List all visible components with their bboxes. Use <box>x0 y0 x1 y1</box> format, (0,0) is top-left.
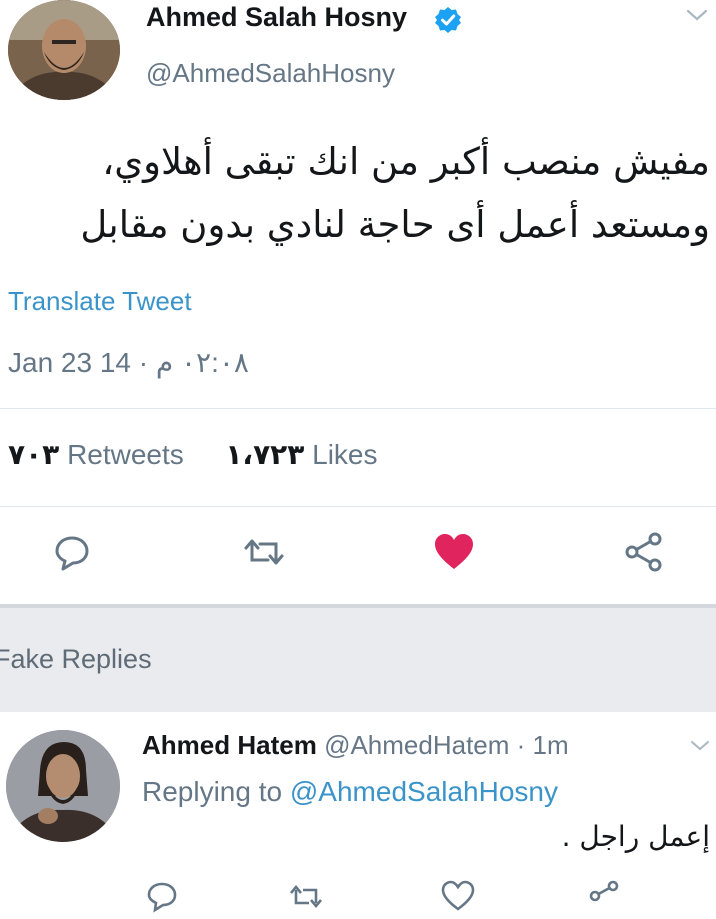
tweet-text-line: مفيش منصب أكبر من انك تبقى أهلاوي، <box>102 140 710 183</box>
translate-tweet-link[interactable]: Translate Tweet <box>8 286 192 317</box>
replies-section-title: Fake Replies <box>0 644 152 674</box>
likes-label[interactable]: Likes <box>312 439 377 470</box>
retweet-icon[interactable] <box>288 878 324 914</box>
replying-to-prefix: Replying to <box>142 776 283 807</box>
reply-icon[interactable] <box>50 530 94 574</box>
author-name[interactable]: Ahmed Salah Hosny <box>146 2 407 33</box>
tweet-text: مفيش منصب أكبر من انك تبقى أهلاوي، ومستع… <box>30 130 710 256</box>
reply-author-name[interactable]: Ahmed Hatem <box>142 730 317 760</box>
tweet-text-line: ومستعد أعمل أى حاجة لنادي بدون مقابل <box>80 203 710 246</box>
divider <box>0 408 716 409</box>
share-icon[interactable] <box>586 878 622 914</box>
reply-header: Ahmed Hatem @AhmedHatem · 1m <box>142 730 569 761</box>
author-handle[interactable]: @AhmedSalahHosny <box>146 58 395 89</box>
like-icon[interactable] <box>432 530 476 574</box>
replying-to: Replying to @AhmedSalahHosny <box>142 776 558 808</box>
author-avatar[interactable] <box>8 0 120 100</box>
likes-count[interactable]: ١،٧٢٣ <box>225 439 304 470</box>
retweet-icon[interactable] <box>242 530 286 574</box>
retweets-count[interactable]: ٧٠٣ <box>8 439 59 470</box>
reply-text: إعمل راجل . <box>561 820 710 853</box>
chevron-down-icon[interactable] <box>690 738 710 754</box>
verified-badge-icon <box>434 6 462 34</box>
replying-to-handle[interactable]: @AhmedSalahHosny <box>290 776 558 807</box>
reply-author-avatar[interactable] <box>6 730 120 842</box>
reply-author-handle[interactable]: @AhmedHatem <box>324 730 509 760</box>
share-icon[interactable] <box>622 530 666 574</box>
like-icon[interactable] <box>440 878 476 914</box>
chevron-down-icon[interactable] <box>686 6 708 24</box>
reply-icon[interactable] <box>144 878 180 914</box>
tweet-stats: ٧٠٣ Retweets ١،٧٢٣ Likes <box>8 438 378 471</box>
reply-time: · 1m <box>516 730 569 760</box>
retweets-label[interactable]: Retweets <box>67 439 184 470</box>
divider <box>0 506 716 507</box>
tweet-timestamp: Jan 23 14 · ٠٢:٠٨ م <box>8 347 249 378</box>
